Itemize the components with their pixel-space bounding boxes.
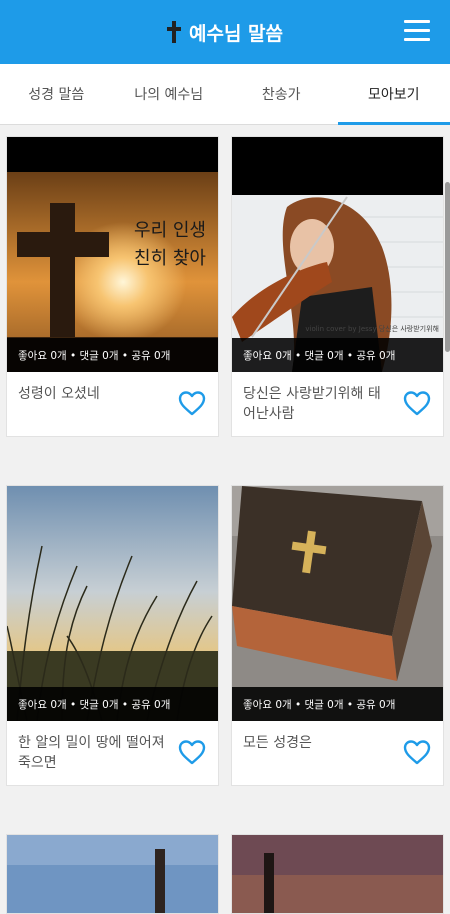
heart-icon[interactable]	[403, 390, 431, 416]
card-stats: 좋아요 0개 • 댓글 0개 • 공유 0개	[7, 687, 218, 721]
card-thumbnail: violin cover by Jessy 당신은 사랑받기위해 좋아요 0개 …	[232, 137, 443, 372]
menu-icon-bar-middle	[404, 29, 430, 32]
card-stats: 좋아요 0개 • 댓글 0개 • 공유 0개	[232, 338, 443, 372]
card-thumbnail: 우리 인생 친히 찾아 좋아요 0개 • 댓글 0개 • 공유 0개	[7, 137, 218, 372]
cross-sky-image	[7, 835, 218, 914]
menu-icon-bar-bottom	[404, 38, 430, 41]
card-thumbnail: 좋아요 0개 • 댓글 0개 • 공유 0개	[7, 486, 218, 721]
card-stats: 좋아요 0개 • 댓글 0개 • 공유 0개	[7, 338, 218, 372]
image-overlay-text: 우리 인생 친히 찾아	[134, 217, 206, 273]
tab-label: 찬송가	[262, 84, 301, 104]
tab-hymns[interactable]: 찬송가	[225, 64, 338, 124]
overlay-line-1: 우리 인생	[134, 217, 206, 245]
app-title: 예수님 말씀	[189, 19, 283, 46]
card-3[interactable]: 좋아요 0개 • 댓글 0개 • 공유 0개 한 알의 밀이 땅에 떨어져 죽으…	[6, 485, 219, 786]
app-bar: 예수님 말씀	[0, 0, 450, 64]
scrollbar-thumb[interactable]	[445, 182, 450, 352]
card-title: 당신은 사랑받기위해 태어난사람	[243, 386, 381, 422]
card-4[interactable]: 좋아요 0개 • 댓글 0개 • 공유 0개 모든 성경은	[231, 485, 444, 786]
cross-icon	[167, 21, 181, 43]
wheat-field-image	[7, 486, 218, 721]
heart-icon[interactable]	[178, 739, 206, 765]
cross-dusk-image	[232, 835, 443, 914]
heart-icon[interactable]	[178, 390, 206, 416]
app-title-area: 예수님 말씀	[0, 0, 450, 64]
card-title: 모든 성경은	[243, 735, 312, 751]
card-caption: 한 알의 밀이 땅에 떨어져 죽으면	[7, 721, 218, 785]
bible-book-image	[232, 486, 443, 721]
tab-my-jesus[interactable]: 나의 예수님	[113, 64, 226, 124]
card-2[interactable]: violin cover by Jessy 당신은 사랑받기위해 좋아요 0개 …	[231, 136, 444, 437]
card-6[interactable]	[231, 834, 444, 914]
violinist-image	[232, 137, 443, 372]
card-caption: 모든 성경은	[232, 721, 443, 785]
card-caption: 당신은 사랑받기위해 태어난사람	[232, 372, 443, 436]
card-caption: 성령이 오셨네	[7, 372, 218, 436]
tab-label: 모아보기	[368, 84, 420, 104]
tab-collection[interactable]: 모아보기	[338, 64, 450, 124]
tab-bar: 성경 말씀 나의 예수님 찬송가 모아보기	[0, 64, 450, 125]
tab-label: 나의 예수님	[134, 84, 203, 104]
card-thumbnail: 좋아요 0개 • 댓글 0개 • 공유 0개	[232, 486, 443, 721]
menu-button[interactable]	[404, 20, 430, 42]
tab-label: 성경 말씀	[28, 84, 84, 104]
card-5[interactable]	[6, 834, 219, 914]
heart-icon[interactable]	[403, 739, 431, 765]
overlay-line-2: 친히 찾아	[134, 245, 206, 273]
card-title: 한 알의 밀이 땅에 떨어져 죽으면	[18, 735, 165, 771]
card-1[interactable]: 우리 인생 친히 찾아 좋아요 0개 • 댓글 0개 • 공유 0개 성령이 오…	[6, 136, 219, 437]
card-title: 성령이 오셨네	[18, 386, 100, 402]
card-stats: 좋아요 0개 • 댓글 0개 • 공유 0개	[232, 687, 443, 721]
tab-bible-verses[interactable]: 성경 말씀	[0, 64, 113, 124]
menu-icon-bar-top	[404, 20, 430, 23]
image-small-caption: violin cover by Jessy 당신은 사랑받기위해	[305, 324, 439, 334]
